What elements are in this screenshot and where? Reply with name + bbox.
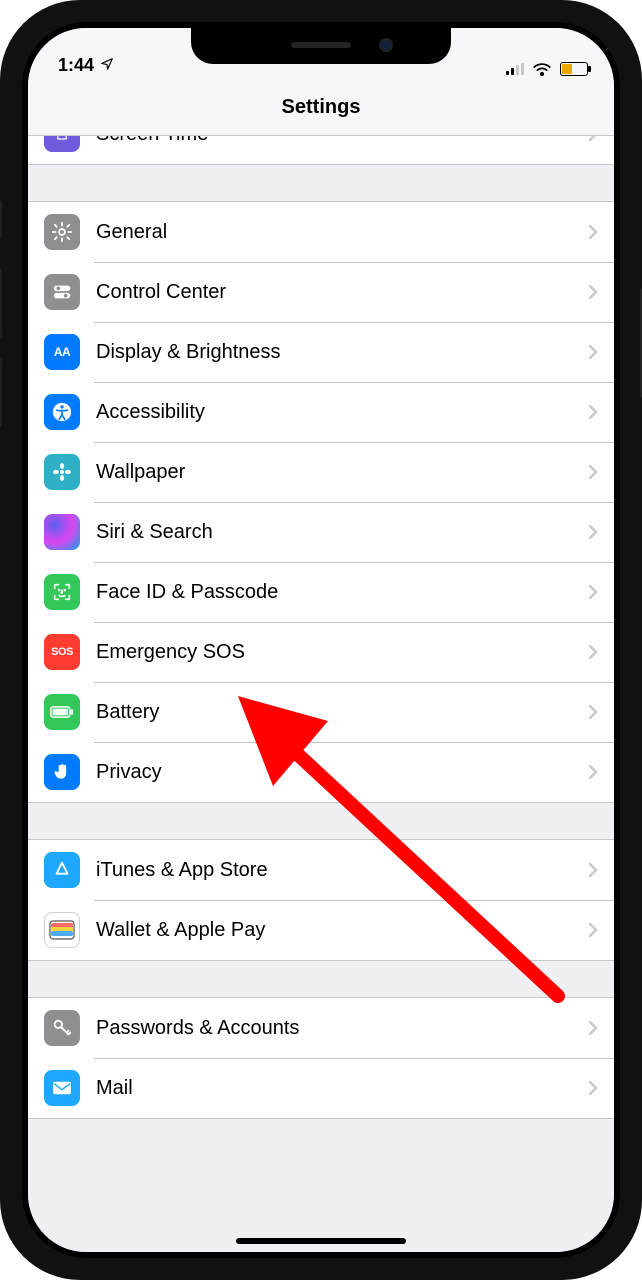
chevron-right-icon [588, 136, 598, 142]
chevron-right-icon [588, 224, 598, 240]
gear-icon [44, 214, 80, 250]
settings-row-siri[interactable]: Siri & Search [28, 502, 614, 562]
sos-icon: SOS [44, 634, 80, 670]
row-label: Display & Brightness [96, 341, 588, 364]
row-label: Privacy [96, 761, 588, 784]
chevron-right-icon [588, 1080, 598, 1096]
chevron-right-icon [588, 922, 598, 938]
settings-row-control-center[interactable]: Control Center [28, 262, 614, 322]
settings-row-sos[interactable]: SOS Emergency SOS [28, 622, 614, 682]
settings-row-privacy[interactable]: Privacy [28, 742, 614, 802]
settings-scroll[interactable]: Screen Time General [28, 136, 614, 1252]
chevron-right-icon [588, 284, 598, 300]
row-label: Screen Time [96, 136, 588, 146]
battery-status-icon [560, 62, 588, 76]
chevron-right-icon [588, 764, 598, 780]
appstore-icon [44, 852, 80, 888]
location-services-icon [100, 57, 114, 75]
row-label: Control Center [96, 281, 588, 304]
row-label: Wallet & Apple Pay [96, 919, 588, 942]
settings-row-passwords[interactable]: Passwords & Accounts [28, 998, 614, 1058]
page-title: Settings [282, 96, 361, 119]
chevron-right-icon [588, 524, 598, 540]
row-label: Siri & Search [96, 521, 588, 544]
chevron-right-icon [588, 644, 598, 660]
chevron-right-icon [588, 344, 598, 360]
switches-icon [44, 274, 80, 310]
row-label: Accessibility [96, 401, 588, 424]
settings-row-display[interactable]: AA Display & Brightness [28, 322, 614, 382]
settings-row-mail[interactable]: Mail [28, 1058, 614, 1118]
siri-icon [44, 514, 80, 550]
battery-icon [44, 694, 80, 730]
chevron-right-icon [588, 584, 598, 600]
accessibility-icon [44, 394, 80, 430]
settings-row-wallet[interactable]: Wallet & Apple Pay [28, 900, 614, 960]
status-time: 1:44 [58, 55, 94, 76]
settings-row-battery[interactable]: Battery [28, 682, 614, 742]
text-size-icon: AA [44, 334, 80, 370]
settings-row-screen-time[interactable]: Screen Time [28, 136, 614, 164]
home-indicator[interactable] [236, 1238, 406, 1244]
row-label: Mail [96, 1077, 588, 1100]
row-label: Battery [96, 701, 588, 724]
key-icon [44, 1010, 80, 1046]
settings-group: iTunes & App Store Wallet & Apple Pay [28, 839, 614, 961]
settings-group: Passwords & Accounts Mail [28, 997, 614, 1119]
flower-icon [44, 454, 80, 490]
settings-group: General Control Center AA Display & Brig… [28, 201, 614, 803]
settings-row-faceid[interactable]: Face ID & Passcode [28, 562, 614, 622]
device-notch [191, 28, 451, 64]
chevron-right-icon [588, 704, 598, 720]
settings-row-general[interactable]: General [28, 202, 614, 262]
row-label: Emergency SOS [96, 641, 588, 664]
faceid-icon [44, 574, 80, 610]
row-label: iTunes & App Store [96, 859, 588, 882]
row-label: General [96, 221, 588, 244]
settings-row-wallpaper[interactable]: Wallpaper [28, 442, 614, 502]
cellular-signal-icon [506, 63, 524, 75]
hand-icon [44, 754, 80, 790]
chevron-right-icon [588, 464, 598, 480]
wifi-icon [532, 62, 552, 76]
mail-icon [44, 1070, 80, 1106]
chevron-right-icon [588, 1020, 598, 1036]
chevron-right-icon [588, 862, 598, 878]
chevron-right-icon [588, 404, 598, 420]
hourglass-icon [44, 136, 80, 152]
row-label: Passwords & Accounts [96, 1017, 588, 1040]
row-label: Wallpaper [96, 461, 588, 484]
settings-group: Screen Time [28, 136, 614, 165]
settings-row-accessibility[interactable]: Accessibility [28, 382, 614, 442]
settings-row-itunes[interactable]: iTunes & App Store [28, 840, 614, 900]
nav-header: Settings [28, 80, 614, 136]
wallet-icon [44, 912, 80, 948]
row-label: Face ID & Passcode [96, 581, 588, 604]
